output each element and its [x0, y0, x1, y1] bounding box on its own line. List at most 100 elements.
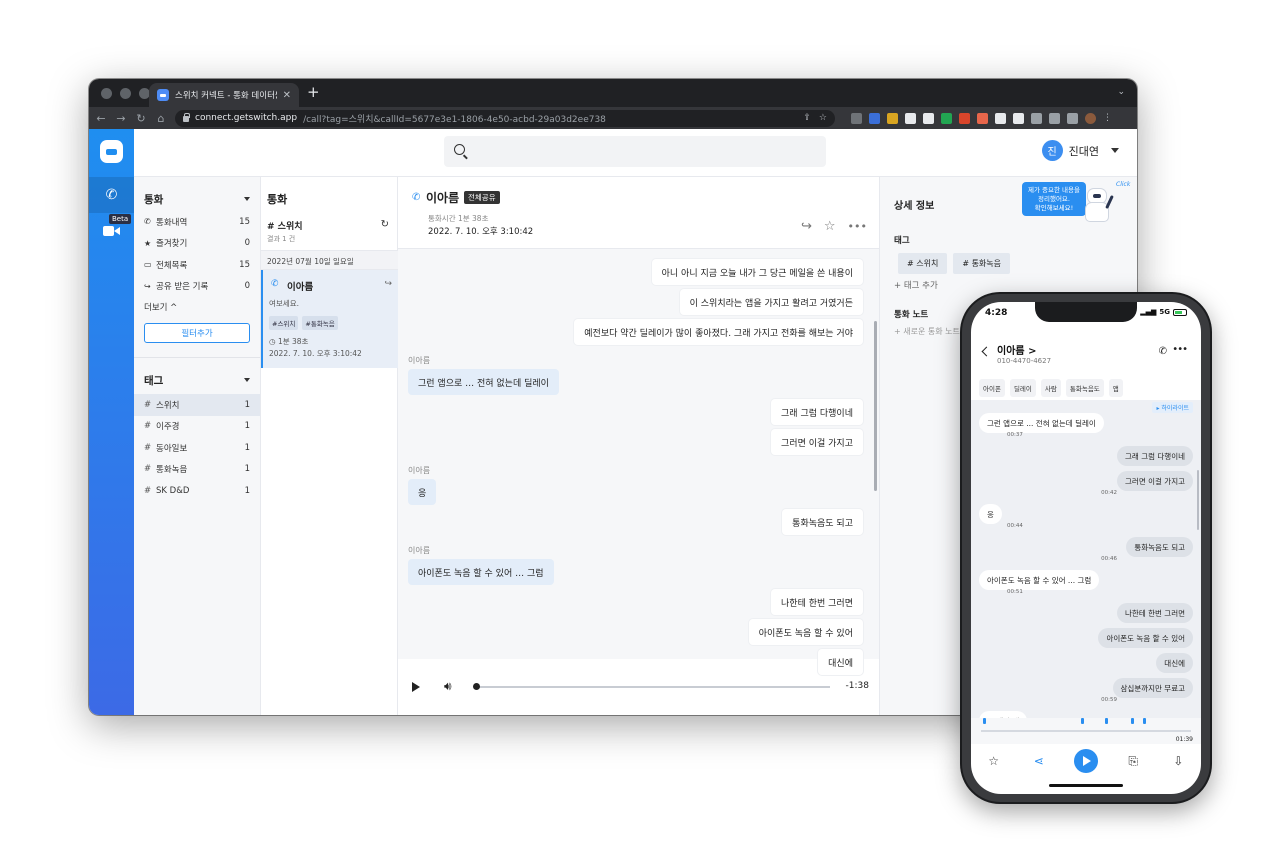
sidebar-item[interactable]: ✆ 통화내역 15	[134, 211, 260, 233]
user-menu[interactable]: 진 진대연	[1041, 140, 1119, 161]
tag-chip[interactable]: # 스위치	[898, 253, 948, 274]
play-button[interactable]	[412, 682, 420, 692]
tag-chip[interactable]: # 통화녹음	[953, 253, 1011, 274]
call-phone-icon[interactable]: ✆	[1159, 346, 1167, 357]
extension-icon[interactable]	[923, 112, 934, 124]
extension-icon[interactable]	[941, 112, 952, 124]
more-options-icon[interactable]: •••	[848, 220, 867, 233]
calls-section-header[interactable]: 통화	[134, 187, 260, 211]
message-bubble[interactable]: 이 스위치라는 앱을 가지고 활려고 거였거든	[679, 289, 863, 315]
play-button[interactable]	[1073, 749, 1098, 773]
new-tab-icon[interactable]: +	[307, 85, 320, 100]
home-icon[interactable]: ⌂	[155, 112, 167, 125]
phone-message-bubble[interactable]: 삼십분까지만 무료고	[1112, 678, 1193, 698]
more-options-icon[interactable]: •••	[1172, 344, 1188, 355]
window-controls[interactable]	[101, 88, 150, 99]
back-icon[interactable]: ←	[95, 112, 107, 125]
phone-message-bubble[interactable]: 대신에	[1156, 653, 1193, 673]
side-panel-icon[interactable]	[1067, 112, 1078, 124]
refresh-icon[interactable]: ↻	[381, 219, 389, 230]
more-toggle[interactable]: 더보기 ^	[134, 297, 260, 317]
message-bubble[interactable]: 아이폰도 녹음 할 수 있어	[748, 619, 863, 645]
video-nav-icon[interactable]	[103, 225, 120, 237]
puzzle-icon[interactable]	[1031, 112, 1042, 124]
extension-icon[interactable]	[959, 112, 970, 124]
sidebar-tag-item[interactable]: # 이주경 1	[134, 416, 260, 438]
keyword-chip[interactable]: 딜레이	[1009, 379, 1036, 397]
tags-section-header[interactable]: 태그	[134, 368, 260, 392]
share-page-icon[interactable]: ⇪	[803, 113, 811, 123]
sidebar-tag-item[interactable]: # SK D&D 1	[134, 480, 260, 502]
phone-message-bubble[interactable]: 아이폰도 녹음 할 수 있어 ... 그럼	[979, 570, 1100, 590]
phone-contact-name[interactable]: 이아름 >	[997, 342, 1036, 357]
message-bubble[interactable]: 아이폰도 녹음 할 수 있어 … 그럼	[408, 559, 554, 585]
message-bubble[interactable]: 아니 아니 지금 오늘 내가 그 당근 메일을 쓴 내용이	[651, 259, 863, 285]
search-input[interactable]	[444, 136, 826, 167]
profile-avatar[interactable]	[1085, 112, 1096, 124]
highlight-marker[interactable]	[1081, 718, 1084, 724]
share-icon[interactable]: ⋖	[1029, 754, 1049, 768]
phone-message-bubble[interactable]: 그래 그럼 다행이네	[1117, 446, 1193, 466]
highlight-marker[interactable]	[983, 718, 986, 724]
progress-track[interactable]	[474, 686, 830, 688]
star-icon[interactable]: ☆	[984, 754, 1004, 768]
keyword-chip[interactable]: 사람	[1040, 379, 1061, 397]
add-filter-button[interactable]: 필터추가	[144, 323, 250, 343]
phone-message-bubble[interactable]: 응	[979, 504, 1002, 524]
robot-mascot-icon[interactable]	[1086, 185, 1114, 221]
scrollbar[interactable]	[874, 321, 877, 491]
extension-icon[interactable]	[1013, 112, 1024, 124]
favorite-star-icon[interactable]: ☆	[824, 219, 836, 234]
sidebar-item[interactable]: ▭ 전체목록 15	[134, 254, 260, 276]
volume-icon[interactable]: 🔊︎	[444, 679, 452, 694]
extension-icon[interactable]	[851, 112, 862, 124]
scrollbar[interactable]	[1197, 470, 1199, 530]
extension-icon[interactable]	[869, 112, 880, 124]
phone-message-bubble[interactable]: 그런 앱으로 ... 전혀 없는데 딜레이	[979, 413, 1104, 433]
browser-menu-icon[interactable]: ⋮	[1103, 113, 1114, 124]
extension-icon[interactable]	[977, 112, 988, 124]
phone-message-bubble[interactable]: 그러면 이걸 가지고	[1117, 471, 1193, 491]
close-tab-icon[interactable]: ✕	[283, 90, 291, 101]
reading-list-icon[interactable]	[1049, 112, 1060, 124]
message-bubble[interactable]: 응	[408, 479, 437, 505]
highlight-marker[interactable]	[1131, 718, 1134, 724]
forward-icon[interactable]: →	[115, 112, 127, 125]
message-bubble[interactable]: 그러면 이걸 가지고	[771, 429, 863, 455]
message-bubble[interactable]: 그래 그럼 다행이네	[771, 399, 863, 425]
message-bubble[interactable]: 그런 앱으로 … 전혀 없는데 딜레이	[408, 369, 559, 395]
sidebar-item[interactable]: ↪ 공유 받은 기록 0	[134, 276, 260, 298]
phone-message-bubble[interactable]: 통화녹음도 되고	[1126, 537, 1193, 557]
message-bubble[interactable]: 대신에	[818, 649, 863, 675]
phone-message-bubble[interactable]: 돈 내야 돼	[979, 711, 1028, 718]
highlight-badge[interactable]: ▸ 하이라이트	[1152, 402, 1193, 413]
progress-knob[interactable]	[473, 683, 480, 690]
extension-icon[interactable]	[905, 112, 916, 124]
keyword-chip[interactable]: 아이폰	[979, 379, 1005, 397]
extension-icon[interactable]	[887, 112, 898, 124]
keyword-chip[interactable]: 통화녹음도	[1065, 379, 1104, 397]
message-bubble[interactable]: 예전보다 약간 딜레이가 많이 좋아졌다. 그래 가지고 전화를 해보는 거야	[574, 319, 863, 345]
phone-waveform[interactable]: 01:39	[971, 718, 1201, 744]
extension-icon[interactable]	[995, 112, 1006, 124]
message-bubble[interactable]: 통화녹음도 되고	[782, 509, 863, 535]
phone-message-bubble[interactable]: 나한테 한번 그러면	[1117, 603, 1193, 623]
highlight-marker[interactable]	[1143, 718, 1146, 724]
sidebar-tag-item[interactable]: # 통화녹음 1	[134, 459, 260, 481]
download-icon[interactable]: ⇩	[1168, 754, 1188, 768]
call-card[interactable]: ✆ 이아름 ↪ 여보세요. #스위치 #통화녹음 ◷ 1분 38초 2022. …	[261, 270, 398, 368]
add-note-button[interactable]: + 새로운 통화 노트	[894, 326, 960, 337]
share-icon[interactable]: ↪	[384, 279, 392, 289]
bookmark-star-icon[interactable]: ☆	[819, 113, 827, 123]
calls-nav-phone-icon[interactable]: ✆	[89, 177, 134, 213]
url-field[interactable]: connect.getswitch.app/call?tag=스위치&callI…	[175, 109, 835, 127]
highlight-marker[interactable]	[1105, 718, 1108, 724]
transcript-export-icon[interactable]: ⎘	[1123, 754, 1143, 769]
sidebar-tag-item[interactable]: # 스위치 1	[134, 394, 260, 416]
browser-tab[interactable]: 스위치 커넥트 - 통화 데이터를 관리하 ✕	[149, 83, 299, 107]
add-tag-button[interactable]: + 태그 추가	[894, 279, 938, 291]
reload-icon[interactable]: ↻	[135, 112, 147, 125]
message-bubble[interactable]: 나한테 한번 그러면	[771, 589, 863, 615]
app-logo-icon[interactable]	[100, 140, 123, 163]
tab-search-icon[interactable]: ⌄	[1117, 87, 1125, 97]
